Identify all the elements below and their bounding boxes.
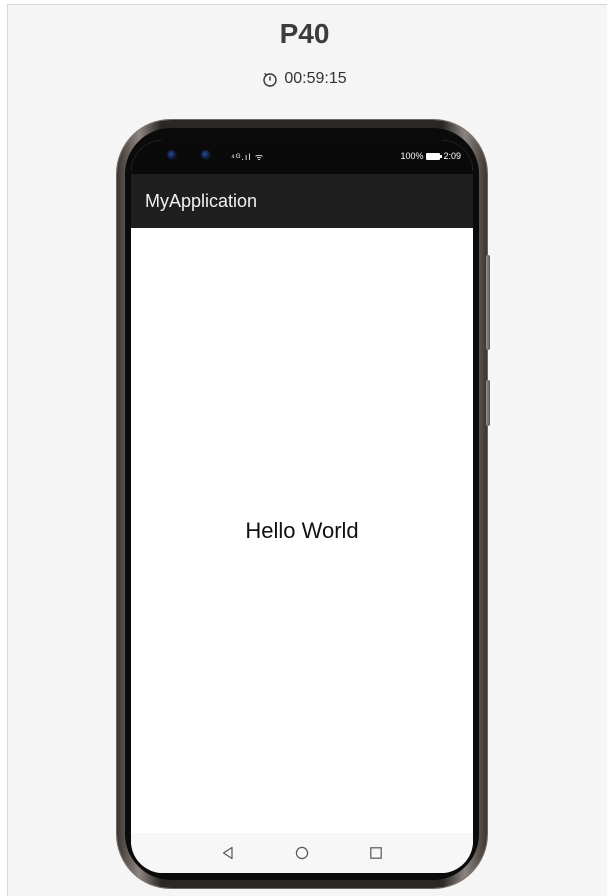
back-icon[interactable] xyxy=(220,845,236,861)
app-title-bar: MyApplication xyxy=(131,174,473,228)
signal-wifi-icon: ⁴ᴳ.ıl ᯤ xyxy=(231,152,265,162)
app-content: Hello World xyxy=(131,228,473,833)
hello-text: Hello World xyxy=(245,518,359,543)
status-bar: ⁴ᴳ.ıl ᯤ 100% 2:09 xyxy=(131,140,473,174)
home-icon[interactable] xyxy=(294,845,310,861)
phone-frame: ⁴ᴳ.ıl ᯤ 100% 2:09 MyApplication Hello Wo… xyxy=(117,120,490,888)
recents-icon[interactable] xyxy=(368,845,384,861)
status-time: 2:09 xyxy=(443,151,461,161)
navigation-bar xyxy=(131,833,473,873)
device-name: P40 xyxy=(279,18,330,49)
volume-button xyxy=(486,255,490,350)
power-button xyxy=(486,380,490,426)
timer-value: 00:59:15 xyxy=(284,70,347,87)
battery-status: 100% 2:09 xyxy=(400,151,461,161)
battery-icon xyxy=(426,152,443,160)
timer-icon xyxy=(262,71,278,87)
phone-screen[interactable]: ⁴ᴳ.ıl ᯤ 100% 2:09 MyApplication Hello Wo… xyxy=(131,140,473,873)
battery-percent: 100% xyxy=(400,151,424,161)
front-camera-2-icon xyxy=(201,150,211,160)
front-camera-icon xyxy=(167,150,177,160)
session-timer: 00:59:15 xyxy=(0,70,609,88)
